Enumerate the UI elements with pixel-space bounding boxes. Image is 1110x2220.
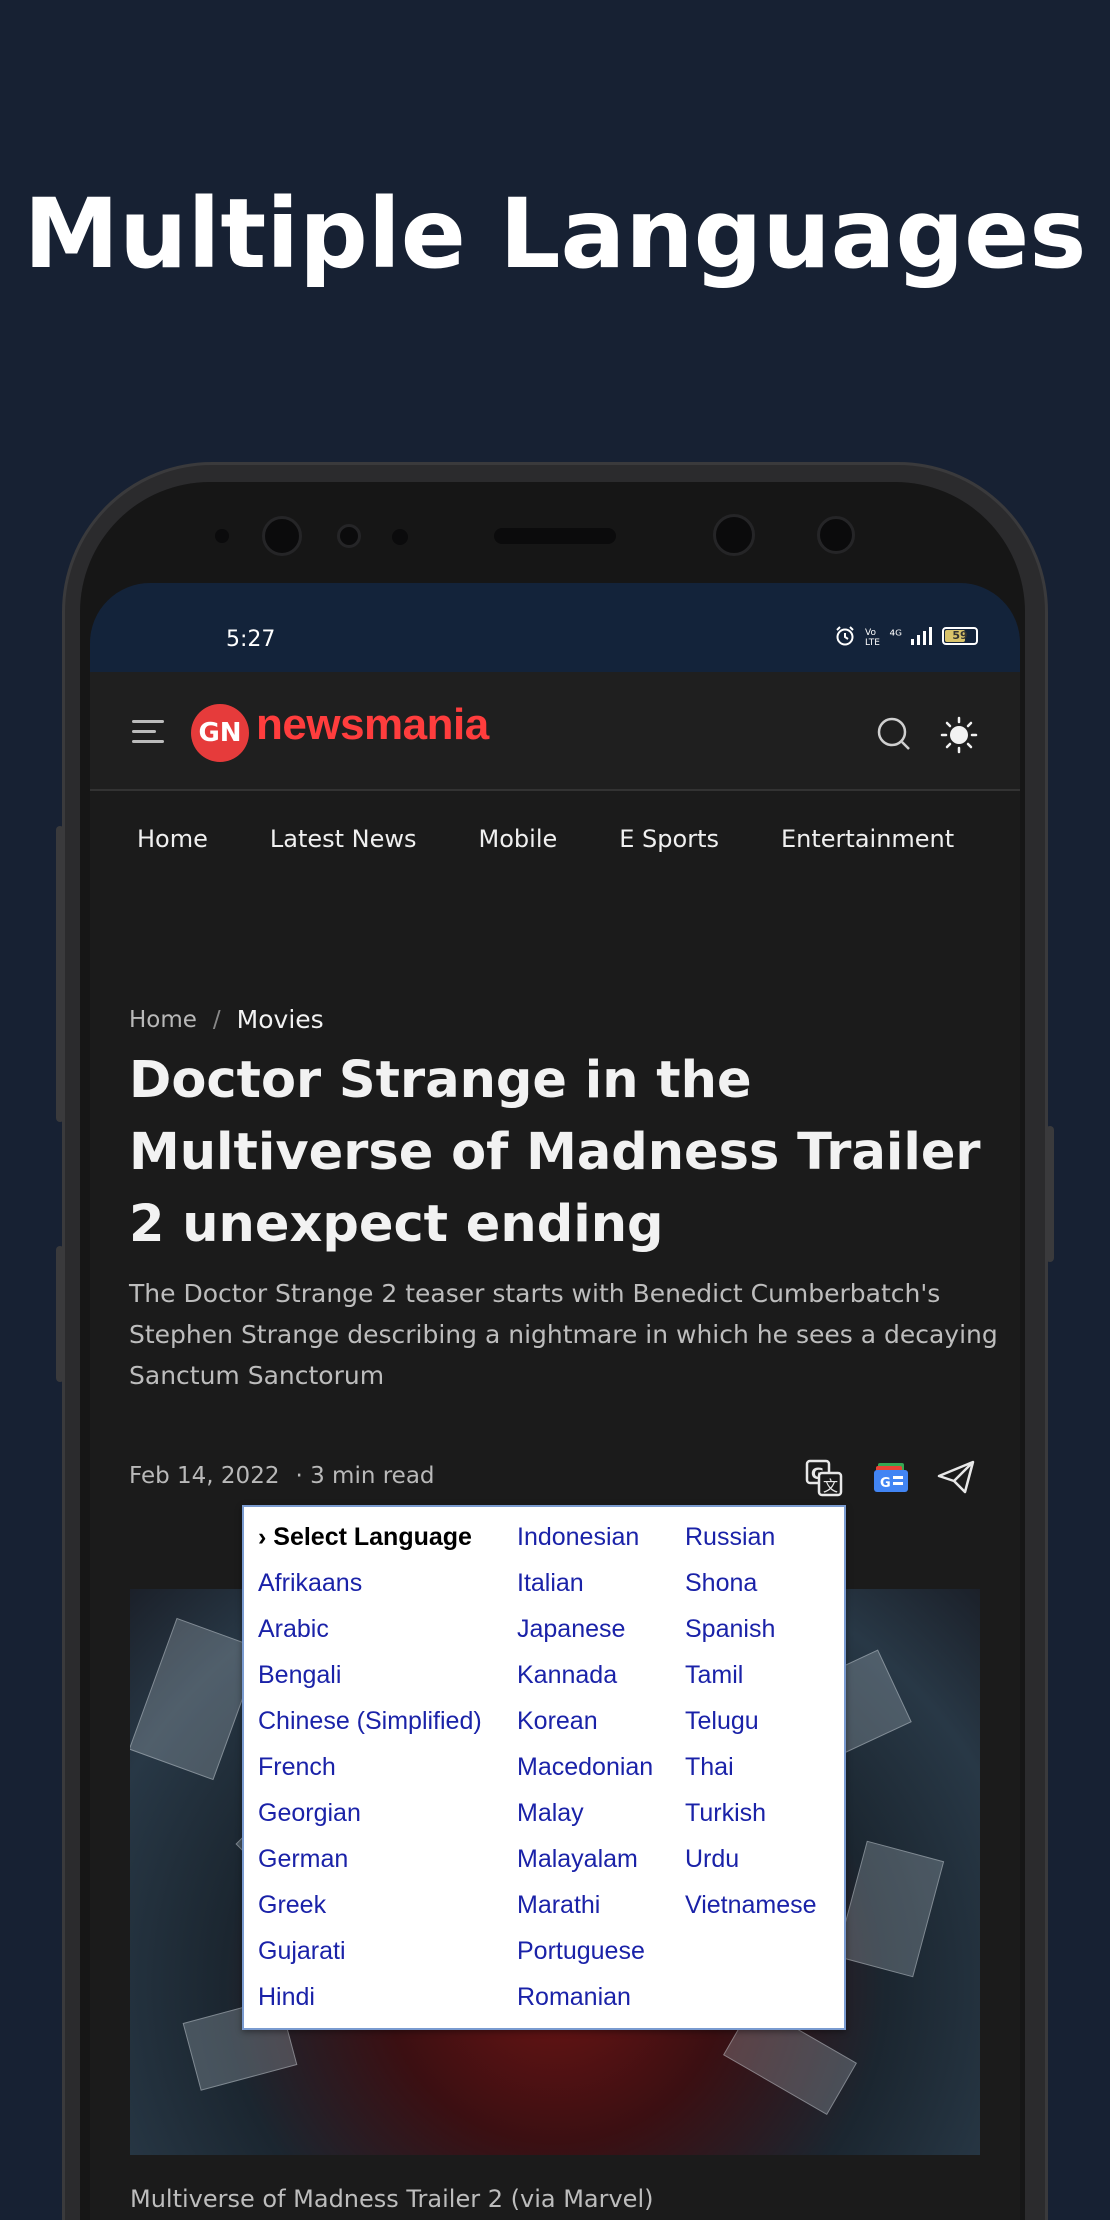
language-option[interactable]: Shona bbox=[685, 1565, 817, 1611]
sensor-dot bbox=[337, 524, 361, 548]
language-option[interactable]: Arabic bbox=[258, 1611, 482, 1657]
read-time: · 3 min read bbox=[295, 1463, 435, 1489]
language-option[interactable]: French bbox=[258, 1749, 482, 1795]
alarm-icon bbox=[835, 626, 854, 646]
translate-icon[interactable]: G 文 bbox=[805, 1459, 843, 1497]
app-screen: 5:27 Vo LTE ⁴ᴳ 59 GN newsmania Home Lates… bbox=[90, 583, 1020, 2220]
select-language-option[interactable]: › Select Language bbox=[258, 1519, 482, 1565]
sensor-dot bbox=[215, 529, 229, 543]
category-nav: Home Latest News Mobile E Sports Enterta… bbox=[90, 793, 1020, 885]
front-camera bbox=[713, 514, 755, 556]
status-time: 5:27 bbox=[226, 627, 276, 652]
language-option[interactable]: Russian bbox=[685, 1519, 817, 1565]
language-option[interactable]: Urdu bbox=[685, 1841, 817, 1887]
language-option[interactable]: Romanian bbox=[517, 1979, 653, 2025]
nav-item-esports[interactable]: E Sports bbox=[619, 825, 719, 853]
sensor-dot bbox=[817, 516, 855, 554]
earpiece-speaker bbox=[494, 528, 616, 544]
language-option[interactable]: Marathi bbox=[517, 1887, 653, 1933]
sun-icon[interactable] bbox=[940, 716, 978, 754]
image-caption: Multiverse of Madness Trailer 2 (via Mar… bbox=[130, 2185, 654, 2213]
language-option[interactable]: Macedonian bbox=[517, 1749, 653, 1795]
article-subtitle: The Doctor Strange 2 teaser starts with … bbox=[129, 1279, 998, 1390]
language-option[interactable]: Malayalam bbox=[517, 1841, 653, 1887]
svg-text:文: 文 bbox=[823, 1477, 838, 1495]
nav-item-home[interactable]: Home bbox=[137, 825, 208, 853]
language-option[interactable]: Tamil bbox=[685, 1657, 817, 1703]
battery-icon: 59 bbox=[942, 627, 978, 645]
telegram-share-icon[interactable] bbox=[936, 1459, 976, 1495]
language-option[interactable]: Thai bbox=[685, 1749, 817, 1795]
language-option[interactable]: Greek bbox=[258, 1887, 482, 1933]
breadcrumb-home[interactable]: Home bbox=[129, 1007, 197, 1033]
breadcrumb: Home / Movies bbox=[129, 1005, 324, 1034]
language-option[interactable]: German bbox=[258, 1841, 482, 1887]
nav-item-entertainment[interactable]: Entertainment bbox=[781, 825, 954, 853]
article-date: Feb 14, 2022 bbox=[129, 1463, 280, 1489]
article-title: Doctor Strange in the Multiverse of Madn… bbox=[129, 1051, 981, 1254]
svg-text:Vo: Vo bbox=[865, 628, 876, 638]
menu-icon[interactable] bbox=[132, 720, 168, 746]
language-option[interactable]: Gujarati bbox=[258, 1933, 482, 1979]
language-option[interactable]: Bengali bbox=[258, 1657, 482, 1703]
nav-item-latest-news[interactable]: Latest News bbox=[270, 825, 417, 853]
language-option[interactable]: Japanese bbox=[517, 1611, 653, 1657]
language-option[interactable]: Italian bbox=[517, 1565, 653, 1611]
language-option[interactable]: Portuguese bbox=[517, 1933, 653, 1979]
sensor-dot bbox=[392, 529, 408, 545]
language-option[interactable]: Georgian bbox=[258, 1795, 482, 1841]
phone-side-button bbox=[56, 1246, 64, 1382]
language-option[interactable]: Indonesian bbox=[517, 1519, 653, 1565]
nav-item-mobile[interactable]: Mobile bbox=[479, 825, 558, 853]
language-option[interactable]: Kannada bbox=[517, 1657, 653, 1703]
glass-shard bbox=[835, 1840, 945, 1978]
phone-side-button bbox=[56, 826, 64, 1122]
search-icon[interactable] bbox=[876, 716, 912, 752]
status-bar: 5:27 Vo LTE ⁴ᴳ 59 bbox=[90, 583, 1020, 672]
breadcrumb-separator: / bbox=[212, 1006, 221, 1033]
article-meta: Feb 14, 2022 · 3 min read bbox=[129, 1463, 435, 1489]
language-option[interactable]: Malay bbox=[517, 1795, 653, 1841]
language-dropdown: › Select Language Afrikaans Arabic Bengali C… bbox=[242, 1505, 846, 2030]
google-news-icon[interactable]: G bbox=[872, 1461, 910, 1495]
language-option[interactable]: Vietnamese bbox=[685, 1887, 817, 1933]
language-column: › Select Language Afrikaans Arabic Bengali C… bbox=[258, 1519, 482, 2025]
language-option[interactable]: Spanish bbox=[685, 1611, 817, 1657]
promo-title: Multiple Languages bbox=[23, 178, 1087, 290]
svg-text:G: G bbox=[880, 1476, 891, 1491]
network-type: ⁴ᴳ bbox=[889, 628, 902, 644]
signal-icon bbox=[911, 627, 932, 645]
status-icons: Vo LTE ⁴ᴳ 59 bbox=[834, 625, 978, 647]
volte-icon: VoLTE bbox=[865, 628, 880, 646]
language-option[interactable]: Chinese (Simplified) bbox=[258, 1703, 482, 1749]
front-camera bbox=[262, 516, 302, 556]
language-option[interactable]: Afrikaans bbox=[258, 1565, 482, 1611]
app-header: GN newsmania bbox=[90, 672, 1020, 791]
svg-text:LTE: LTE bbox=[865, 638, 880, 646]
logo-text[interactable]: newsmania bbox=[256, 700, 489, 750]
language-option[interactable]: Hindi bbox=[258, 1979, 482, 2025]
breadcrumb-current[interactable]: Movies bbox=[237, 1005, 324, 1034]
language-option[interactable]: Turkish bbox=[685, 1795, 817, 1841]
language-column: Russian Shona Spanish Tamil Telugu Thai Turkis… bbox=[685, 1519, 817, 1933]
logo-badge[interactable]: GN bbox=[191, 704, 249, 762]
language-option[interactable]: Telugu bbox=[685, 1703, 817, 1749]
language-column: Indonesian Italian Japanese Kannada Korean Ma… bbox=[517, 1519, 653, 2025]
language-option[interactable]: Korean bbox=[517, 1703, 653, 1749]
phone-side-button bbox=[1046, 1126, 1054, 1262]
